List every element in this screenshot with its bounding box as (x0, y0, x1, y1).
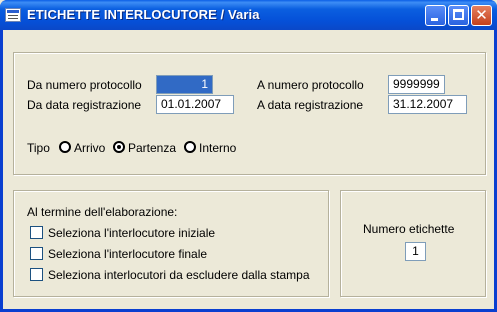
tipo-label: Tipo (27, 141, 50, 155)
tipo-partenza-radio[interactable] (113, 141, 125, 153)
seleziona-finale-checkbox[interactable] (30, 247, 43, 260)
termine-heading: Al termine dell'elaborazione: (27, 205, 178, 219)
tipo-partenza-label[interactable]: Partenza (128, 141, 176, 155)
seleziona-escludere-label[interactable]: Seleziona interlocutori da escludere dal… (48, 268, 310, 282)
a-numero-protocollo-label: A numero protocollo (257, 78, 364, 92)
da-data-registrazione-input[interactable]: 01.01.2007 (156, 95, 234, 114)
tipo-arrivo-radio[interactable] (59, 141, 71, 153)
da-numero-protocollo-input[interactable]: 1 (156, 75, 213, 94)
tipo-interno-radio[interactable] (184, 141, 196, 153)
tipo-arrivo-label[interactable]: Arrivo (74, 141, 105, 155)
a-numero-protocollo-input[interactable]: 9999999 (388, 75, 445, 94)
app-window: ETICHETTE INTERLOCUTORE / Varia ✕ Da num… (0, 0, 497, 312)
seleziona-finale-label[interactable]: Seleziona l'interlocutore finale (48, 247, 207, 261)
numero-etichette-input[interactable]: 1 (405, 242, 426, 261)
minimize-icon (431, 18, 438, 21)
maximize-icon (453, 9, 464, 20)
seleziona-iniziale-label[interactable]: Seleziona l'interlocutore iniziale (48, 226, 215, 240)
close-icon: ✕ (475, 6, 488, 24)
title-bar[interactable]: ETICHETTE INTERLOCUTORE / Varia ✕ (0, 0, 497, 30)
da-numero-protocollo-label: Da numero protocollo (27, 78, 142, 92)
seleziona-iniziale-checkbox[interactable] (30, 226, 43, 239)
window-client-area: Da numero protocollo 1 A numero protocol… (3, 30, 494, 309)
minimize-button[interactable] (425, 5, 446, 26)
window-title: ETICHETTE INTERLOCUTORE / Varia (27, 7, 260, 22)
a-data-registrazione-label: A data registrazione (257, 98, 364, 112)
tipo-interno-label[interactable]: Interno (199, 141, 236, 155)
da-data-registrazione-label: Da data registrazione (27, 98, 142, 112)
maximize-button[interactable] (448, 5, 469, 26)
app-form-icon (5, 8, 21, 22)
numero-etichette-label: Numero etichette (363, 222, 455, 236)
seleziona-escludere-checkbox[interactable] (30, 268, 43, 281)
close-button[interactable]: ✕ (471, 5, 492, 26)
a-data-registrazione-input[interactable]: 31.12.2007 (388, 95, 467, 114)
